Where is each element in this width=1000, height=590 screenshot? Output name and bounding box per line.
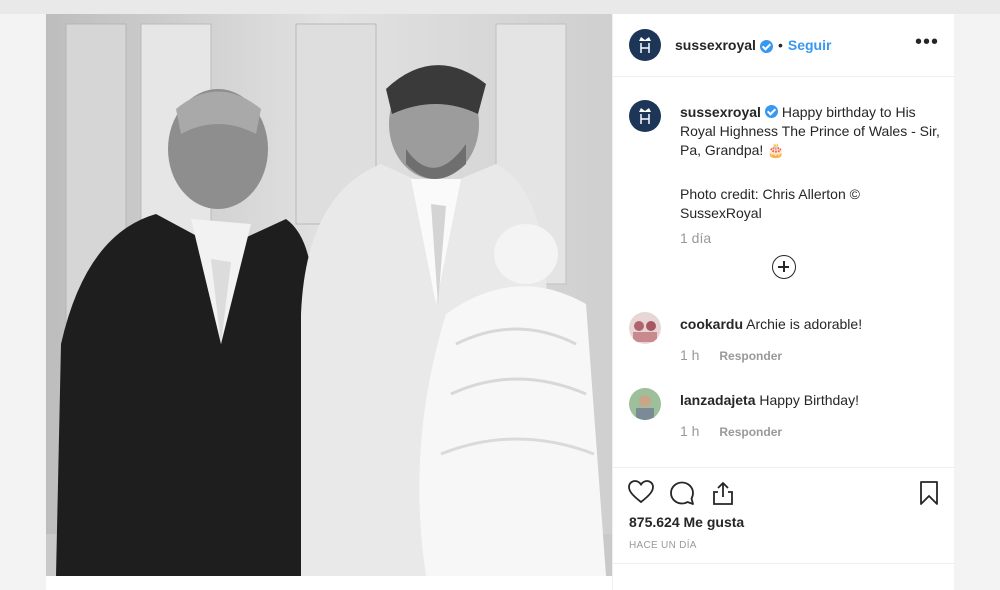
comment-item: lanzadajeta Happy Birthday! 1 h Responde… [629,388,939,448]
comment-body: lanzadajeta Happy Birthday! [680,391,859,409]
comment-bubble-icon[interactable] [669,480,695,506]
post-timestamp[interactable]: HACE UN DÍA [629,540,697,551]
follow-button[interactable]: Seguir [788,37,832,53]
photo-credit: Photo credit: Chris Allerton © SussexRoy… [680,186,860,221]
comment-username-link[interactable]: cookardu [680,316,743,332]
comment-text: Archie is adorable! [746,316,863,332]
caption-body: sussexroyal Happy birthday to His Royal … [680,103,940,160]
post-side-panel: sussexroyal • Seguir ••• sussexroyal Hap… [612,14,955,590]
verified-badge-icon [759,39,773,53]
background-strip [0,0,1000,14]
more-horizontal-icon[interactable]: ••• [915,32,939,52]
likes-count[interactable]: 875.624 Me gusta [629,514,744,530]
comment-text: Happy Birthday! [759,392,859,408]
comment-username-link[interactable]: lanzadajeta [680,392,755,408]
post-header: sussexroyal • Seguir ••• [613,14,955,77]
heart-icon[interactable] [628,480,654,504]
comment-item: cookardu Archie is adorable! 1 h Respond… [629,312,939,372]
plus-circle-icon[interactable] [772,255,796,279]
comment-timestamp[interactable]: 1 h [680,347,699,363]
post-photo[interactable] [46,14,612,576]
comment-body: cookardu Archie is adorable! [680,315,862,333]
instagram-post-view: sussexroyal • Seguir ••• sussexroyal Hap… [0,0,1000,590]
comment-meta: 1 h Responder [680,347,782,363]
comment-timestamp[interactable]: 1 h [680,423,699,439]
avatar[interactable] [629,100,661,132]
crown-monogram-icon [639,37,651,53]
background-strip [954,14,1000,590]
username-link[interactable]: sussexroyal [675,37,756,53]
avatar[interactable] [629,388,661,420]
avatar[interactable] [629,29,661,61]
crown-monogram-icon [639,108,651,124]
separator: • [777,37,783,53]
action-bar [613,467,955,517]
share-icon[interactable] [710,480,736,506]
bookmark-icon[interactable] [918,480,940,506]
comment-meta: 1 h Responder [680,423,782,439]
avatar[interactable] [629,312,661,344]
caption-username-link[interactable]: sussexroyal [680,104,761,120]
reply-button[interactable]: Responder [719,349,782,363]
background-strip [0,14,46,590]
divider [613,563,955,564]
caption-timestamp[interactable]: 1 día [680,230,711,246]
reply-button[interactable]: Responder [719,425,782,439]
verified-badge-icon [764,105,778,118]
